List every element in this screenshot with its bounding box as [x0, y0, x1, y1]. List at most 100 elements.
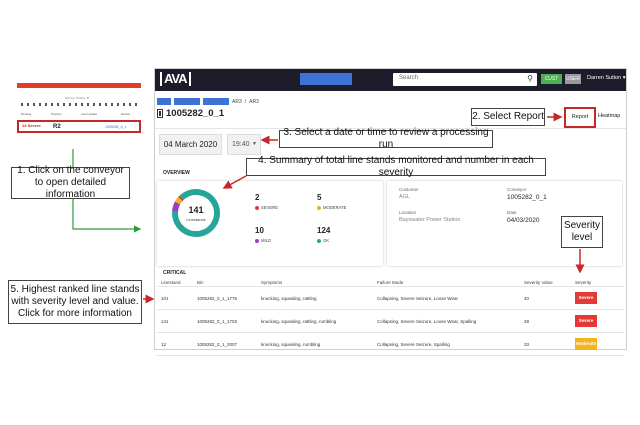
total-linestands-value: 141	[188, 205, 204, 215]
stat-mild-value: 10	[255, 226, 264, 235]
tab-heatmap[interactable]: Heatmap	[598, 113, 620, 119]
conveyor-value: 1005282_0_1	[507, 194, 547, 201]
table-row[interactable]: 12 1005282_0_1_2007 knocking, squealing, r…	[157, 333, 624, 356]
breadcrumb-item[interactable]: AR3	[232, 99, 242, 105]
date-picker[interactable]: 04 March 2020	[159, 134, 222, 155]
donut-segment-severe	[178, 195, 184, 202]
table-header-row: Linestand Bin Symptoms Failure Mode Seve…	[157, 278, 624, 287]
tab-report[interactable]: Report	[564, 107, 596, 128]
cell-symptoms: knocking, squealing, rattling	[261, 296, 317, 301]
stat-moderate: 5 MODERATE	[317, 193, 346, 210]
cell-failure-mode: Collapsing, Severe Seizure, Loose Wear, …	[377, 319, 477, 324]
stat-severe-value: 2	[255, 193, 260, 202]
mini-sort-filter[interactable]: Sort by: Priority ▼	[65, 96, 89, 100]
info-conveyor: Conveyor 1005282_0_1	[507, 187, 547, 201]
ava-logo: AVA	[160, 72, 191, 86]
search-placeholder: Search	[399, 75, 419, 81]
col-severity: Severity	[575, 280, 592, 285]
time-select[interactable]: 19:40 ▼	[227, 134, 261, 155]
col-failure-mode: Failure Mode	[377, 280, 404, 285]
stat-ok: 124 OK	[317, 226, 330, 243]
chevron-down-icon: ▼	[252, 141, 257, 147]
severity-badge[interactable]: Severe	[575, 292, 597, 304]
cell-symptoms: knocking, squealing, rumbling	[261, 342, 321, 347]
breadcrumb: AR3 / AR3	[157, 98, 259, 105]
severity-badge[interactable]: Severe	[575, 315, 597, 327]
conveyor-label: Conveyor	[507, 187, 527, 192]
severe-dot-icon	[255, 205, 259, 210]
app-window: AVA Search ⚲ CUST USER Darren Sutton ▾ A…	[154, 68, 627, 356]
search-input[interactable]: Search ⚲	[393, 73, 537, 86]
page-title-text: 1005282_0_1	[166, 108, 225, 119]
breadcrumb-separator: /	[244, 98, 247, 105]
cell-bin: 1005282_0_1_1775	[197, 296, 238, 301]
linestand-donut-chart: 141 Linestands	[171, 188, 221, 238]
breadcrumb-item[interactable]	[157, 98, 171, 105]
callout-step-4: 4. Summary of total line stands monitore…	[246, 155, 546, 178]
conveyor-link[interactable]: 1005282_0_1	[105, 125, 126, 129]
cell-severity-value: 33	[524, 342, 530, 347]
customer-label: Customer	[399, 187, 419, 192]
cell-failure-mode: Collapsing, Severe Seizure, Loose Wear	[377, 296, 458, 301]
cell-linestand: 141	[161, 319, 169, 324]
info-customer: Customer AGL	[399, 187, 419, 200]
stat-mild: 10 MILD	[255, 226, 271, 243]
col-bin: Bin	[197, 280, 204, 285]
callout-step-2: 2. Select Report	[471, 108, 545, 126]
breadcrumb-item[interactable]	[174, 98, 200, 105]
conveyor-row-selected[interactable]: 14 Severe R2 1005282_0_1	[17, 120, 141, 133]
location-value: Bayswater Power Station	[399, 217, 461, 223]
severity-badge[interactable]: Moderate	[575, 338, 597, 350]
customer-button[interactable]: CUST	[541, 74, 562, 84]
mini-header-bar	[17, 83, 141, 88]
col-linestand: Linestand	[161, 280, 181, 285]
top-navbar: AVA Search ⚲ CUST USER Darren Sutton ▾	[155, 69, 626, 91]
callout-step-3: 3. Select a date or time to review a pro…	[279, 127, 493, 150]
callout-severity-level: Severity level	[561, 216, 603, 248]
conveyor-list-preview: Sort by: Priority ▼ Routing Position Las…	[17, 77, 141, 149]
cell-linestand: 12	[161, 342, 167, 347]
cell-failure-mode: Collapsing, Severe Seizure, Spalling	[377, 342, 450, 347]
stat-mild-label: MILD	[261, 238, 272, 243]
cell-severity-value: 38	[524, 319, 530, 324]
critical-table: Linestand Bin Symptoms Failure Mode Seve…	[157, 278, 624, 356]
location-label: Location	[399, 210, 417, 215]
stat-moderate-value: 5	[317, 193, 322, 202]
mini-header-routing: Routing	[21, 112, 32, 116]
search-icon[interactable]: ⚲	[527, 74, 533, 83]
page-title: 1005282_0_1	[157, 108, 224, 119]
critical-heading: CRITICAL	[163, 270, 187, 276]
stat-ok-value: 124	[317, 226, 331, 235]
conveyor-icon	[157, 109, 163, 118]
mini-icon-toolbar	[21, 103, 139, 106]
time-value: 19:40	[232, 141, 250, 148]
col-symptoms: Symptoms	[261, 280, 283, 285]
table-row[interactable]: 141 1005282_0_1_1703 knocking, squealing, …	[157, 310, 624, 333]
cell-symptoms: knocking, squealing, rattling, rumbling	[261, 319, 337, 324]
customer-value: AGL	[399, 194, 411, 200]
user-menu[interactable]: Darren Sutton ▾	[587, 75, 626, 81]
stat-severe-label: SEVERE	[261, 205, 278, 210]
callout-step-1: 1. Click on the conveyor to open detaile…	[11, 165, 130, 200]
ok-dot-icon	[317, 238, 321, 243]
user-button[interactable]: USER	[565, 74, 581, 84]
moderate-dot-icon	[317, 205, 321, 210]
info-location: Location Bayswater Power Station	[399, 210, 460, 223]
breadcrumb-item[interactable]: AR3	[249, 99, 259, 105]
total-linestands-label: Linestands	[186, 217, 206, 222]
breadcrumb-item[interactable]	[203, 98, 229, 105]
cell-linestand: 101	[161, 296, 169, 301]
table-row[interactable]: 101 1005282_0_1_1775 knocking, squealing, …	[157, 287, 624, 310]
nav-menu-button[interactable]	[300, 73, 352, 85]
stat-ok-label: OK	[323, 238, 330, 243]
mini-header-position: Position	[51, 112, 62, 116]
stat-moderate-label: MODERATE	[323, 205, 347, 210]
cell-bin: 1005282_0_1_1703	[197, 319, 238, 324]
severity-tag: 14 Severe	[22, 123, 41, 128]
overview-heading: OVERVIEW	[163, 170, 190, 176]
donut-segment-moderate	[174, 197, 183, 205]
stat-severe: 2 SEVERE	[255, 193, 278, 210]
cell-bin: 1005282_0_1_2007	[197, 342, 238, 347]
cell-severity-value: 40	[524, 296, 530, 301]
date-label: Date	[507, 210, 517, 215]
